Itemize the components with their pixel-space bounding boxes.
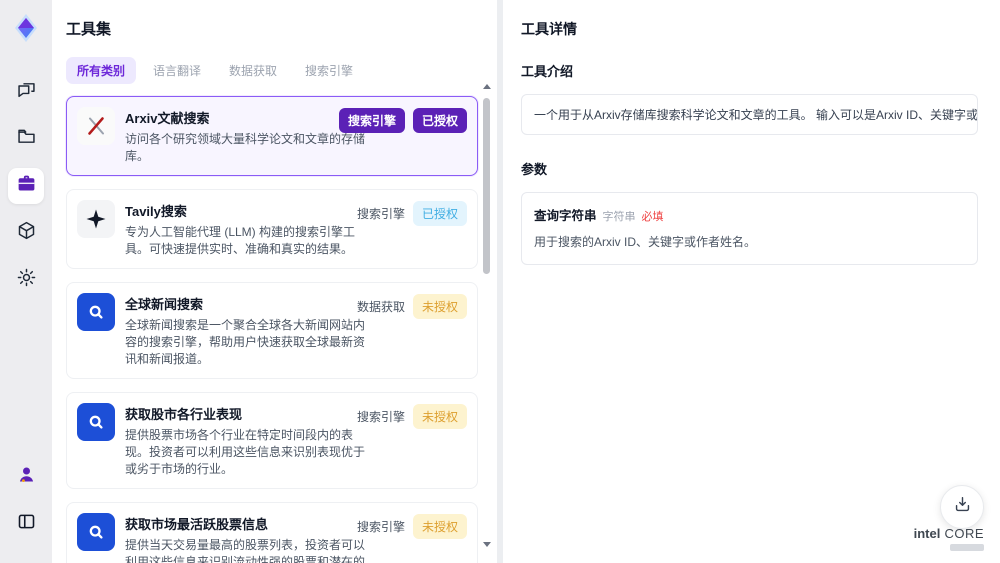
tool-list-panel: 工具集 所有类别 语言翻译 数据获取 搜索引擎 Arxiv文献搜索 访问各个研究领域大… [52,0,497,563]
scroll-down-icon[interactable] [482,542,491,547]
intel-brand-text: intel [913,526,941,541]
tool-description: 提供股票市场各个行业在特定时间段内的表现。投资者可以利用这些信息来识别表现优于或… [125,428,366,476]
chat-icon [16,79,37,105]
tool-badges: 搜索引擎 未授权 [357,514,467,539]
tool-badges: 搜索引擎 已授权 [357,201,467,226]
search-blue-icon [77,403,115,441]
auth-status-badge: 未授权 [412,514,467,539]
auth-status-badge: 已授权 [412,201,467,226]
user-icon [16,464,37,490]
auth-status-badge: 未授权 [412,294,467,319]
settings-icon [16,267,37,293]
tab-0[interactable]: 所有类别 [66,57,137,84]
sidebar-item-collapse[interactable] [8,506,44,542]
tool-badges: 搜索引擎 未授权 [357,404,467,429]
tool-card[interactable]: Arxiv文献搜索 访问各个研究领域大量科学论文和文章的存储库。 搜索引擎 已授… [66,96,478,176]
sidebar-item-account[interactable] [8,459,44,495]
intel-ultra-mark [950,544,984,551]
auth-status-badge: 未授权 [412,404,467,429]
search-blue-icon [77,293,115,331]
tool-card[interactable]: 全球新闻搜索 全球新闻搜索是一个聚合全球各大新闻网站内容的搜索引擎，帮助用户快速… [66,282,478,379]
category-tabs: 所有类别 语言翻译 数据获取 搜索引擎 [66,57,497,84]
app-sidebar [0,0,52,563]
page-title: 工具集 [66,21,112,38]
tool-description: 全球新闻搜索是一个聚合全球各大新闻网站内容的搜索引擎，帮助用户快速获取全球最新资… [125,318,366,366]
core-brand-text: CORE [944,526,984,541]
scroll-up-icon[interactable] [482,84,491,89]
intel-core-logo: intel CORE [914,527,984,553]
briefcase-icon [16,173,37,199]
sidebar-item-toolbox[interactable] [8,168,44,204]
tool-card[interactable]: 获取市场最活跃股票信息 提供当天交易量最高的股票列表，投资者可以利用这些信息来识… [66,502,478,563]
folder-icon [16,126,37,152]
download-icon [953,495,972,519]
tool-description: 访问各个研究领域大量科学论文和文章的存储库。 [125,132,366,163]
tool-intro-text: 一个用于从Arxiv存储库搜索科学论文和文章的工具。 输入可以是Arxiv ID… [521,94,978,135]
arxiv-icon [77,107,115,145]
tab-3[interactable]: 搜索引擎 [294,57,364,84]
tool-details-panel: 工具详情 工具介绍 一个用于从Arxiv存储库搜索科学论文和文章的工具。 输入可… [503,0,1000,563]
app-logo-icon [10,12,42,44]
tab-1[interactable]: 语言翻译 [142,57,212,84]
tool-card[interactable]: 获取股市各行业表现 提供股票市场各个行业在特定时间段内的表现。投资者可以利用这些… [66,392,478,489]
parameter-item: 查询字符串 字符串 必填 用于搜索的Arxiv ID、关键字或作者姓名。 [521,192,978,265]
param-type: 字符串 [602,211,636,223]
list-scrollbar[interactable] [482,84,491,547]
star-icon [77,200,115,238]
category-badge: 搜索引擎 [356,520,405,534]
scrollbar-thumb[interactable] [483,98,490,274]
package-icon [16,220,37,246]
category-badge: 搜索引擎 [338,108,405,133]
tab-2[interactable]: 数据获取 [218,57,288,84]
param-required-badge: 必填 [641,211,664,223]
param-name: 查询字符串 [534,209,597,223]
sidebar-item-packages[interactable] [8,215,44,251]
tool-card[interactable]: Tavily搜索 专为人工智能代理 (LLM) 构建的搜索引擎工具。可快速提供实… [66,189,478,269]
params-heading: 参数 [521,162,548,177]
details-title: 工具详情 [521,21,577,37]
sidebar-item-chat[interactable] [8,74,44,110]
param-description: 用于搜索的Arxiv ID、关键字或作者姓名。 [534,235,757,249]
tool-description: 专为人工智能代理 (LLM) 构建的搜索引擎工具。可快速提供实时、准确和真实的结… [125,225,356,256]
category-badge: 搜索引擎 [356,207,405,221]
tool-badges: 搜索引擎 已授权 [338,108,467,133]
sidebar-item-files[interactable] [8,121,44,157]
panel-toggle-icon [16,511,37,537]
tool-description: 提供当天交易量最高的股票列表，投资者可以利用这些信息来识别流动性强的股票和潜在的… [125,538,366,563]
category-badge: 搜索引擎 [356,410,405,424]
tool-list: Arxiv文献搜索 访问各个研究领域大量科学论文和文章的存储库。 搜索引擎 已授… [66,96,478,563]
category-badge: 数据获取 [356,300,405,314]
auth-status-badge: 已授权 [412,108,467,133]
intro-heading: 工具介绍 [521,64,574,79]
download-button[interactable] [940,485,984,529]
sidebar-item-settings[interactable] [8,262,44,298]
tool-badges: 数据获取 未授权 [357,294,467,319]
search-blue-icon [77,513,115,551]
